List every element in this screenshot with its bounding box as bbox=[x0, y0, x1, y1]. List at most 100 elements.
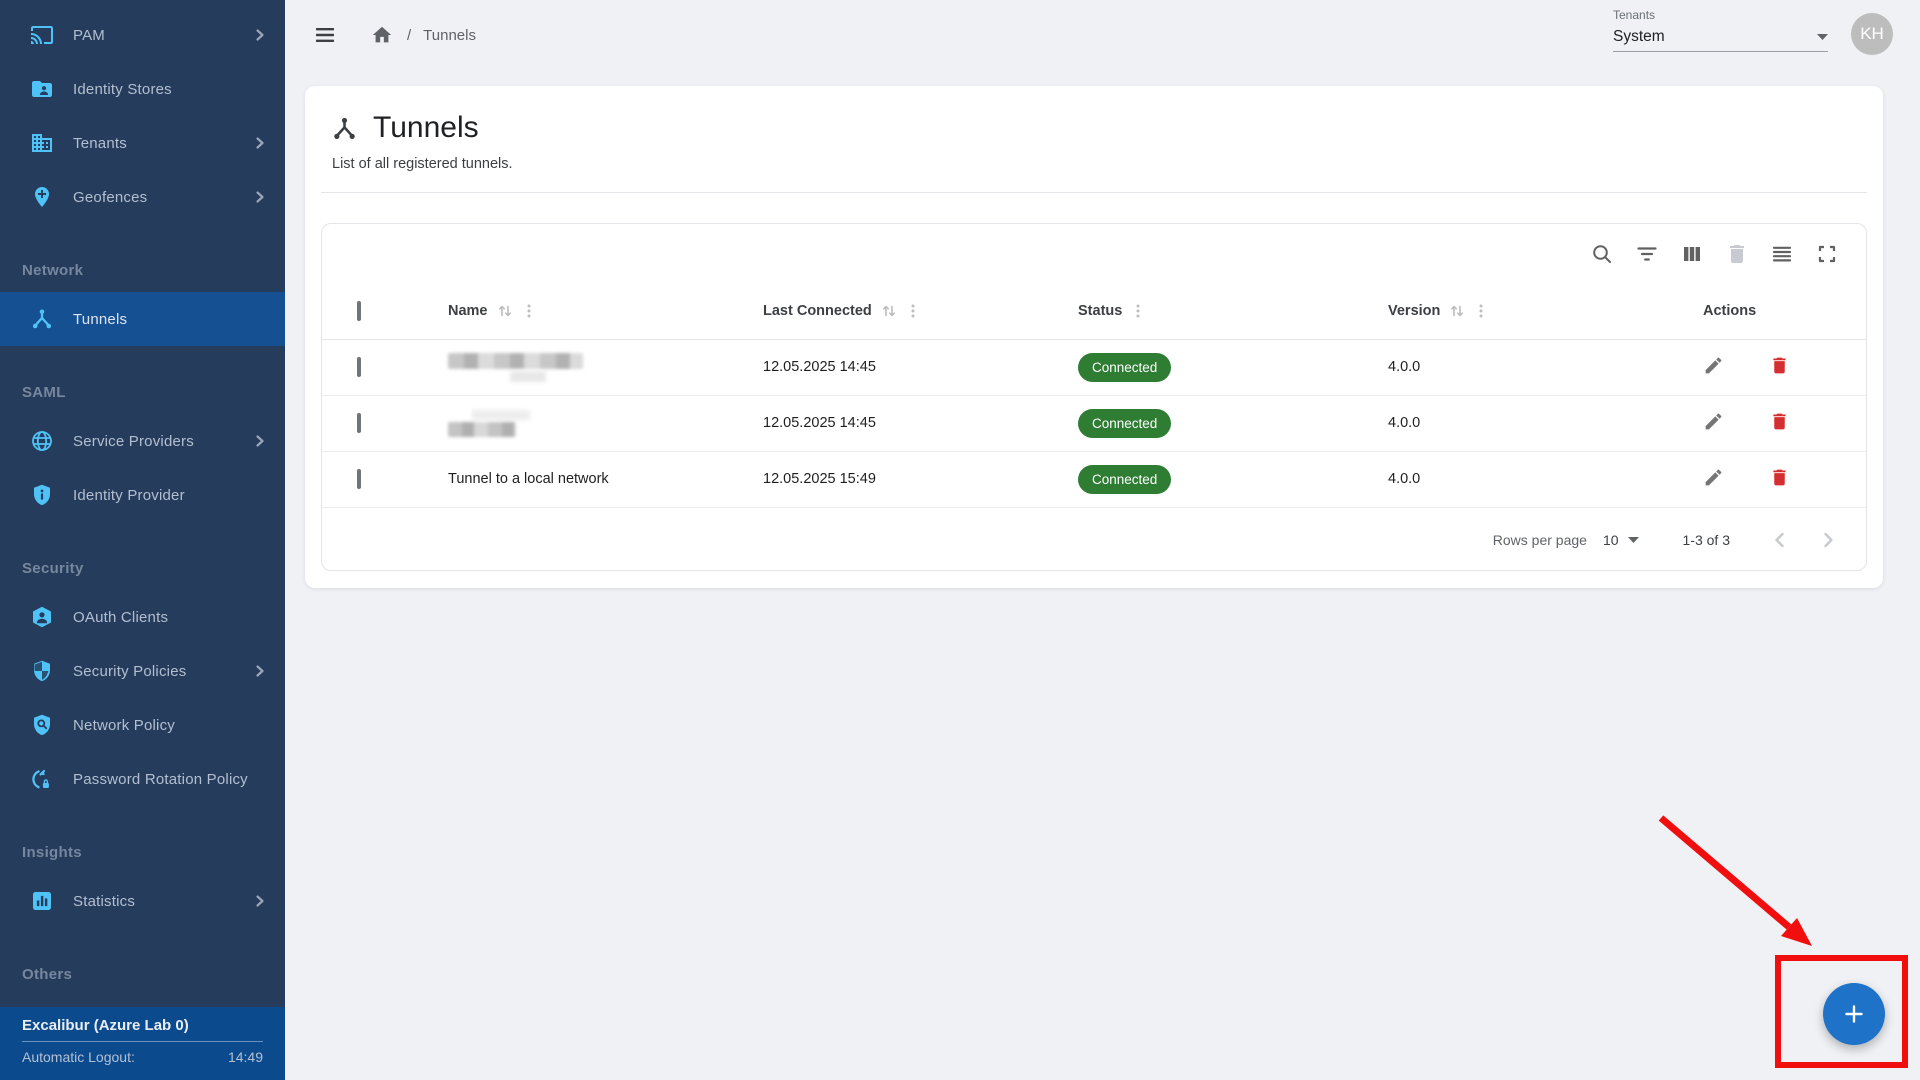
sort-icon[interactable] bbox=[1449, 303, 1465, 319]
sidebar-item-label: Statistics bbox=[73, 893, 255, 910]
add-tunnel-button[interactable] bbox=[1823, 983, 1885, 1045]
sidebar-item-service-providers[interactable]: Service Providers bbox=[0, 414, 285, 468]
sidebar-item-tenants[interactable]: Tenants bbox=[0, 116, 285, 170]
edit-icon[interactable] bbox=[1703, 467, 1727, 491]
column-header-status: Status bbox=[1078, 303, 1122, 319]
divider bbox=[321, 192, 1867, 193]
rows-per-page-value: 10 bbox=[1603, 532, 1619, 548]
table-row: Tunnel to a local network 12.05.2025 15:… bbox=[322, 451, 1866, 507]
sidebar-item-identity-provider[interactable]: Identity Provider bbox=[0, 468, 285, 522]
last-connected-cell: 12.05.2025 15:49 bbox=[747, 451, 1062, 507]
sidebar-item-label: Security Policies bbox=[73, 663, 255, 680]
table-row: 12.05.2025 14:45 Connected 4.0.0 bbox=[322, 395, 1866, 451]
breadcrumb[interactable]: Tunnels bbox=[423, 27, 476, 44]
pagination: Rows per page 10 1-3 of 3 bbox=[322, 508, 1866, 572]
previous-page-icon[interactable] bbox=[1768, 528, 1792, 552]
sidebar-item-label: Identity Stores bbox=[73, 81, 265, 98]
select-all-checkbox[interactable] bbox=[357, 301, 361, 321]
sidebar-item-label: PAM bbox=[73, 27, 255, 44]
logout-label: Automatic Logout: bbox=[22, 1049, 135, 1065]
delete-icon[interactable] bbox=[1769, 355, 1793, 379]
chevron-right-icon bbox=[255, 136, 265, 150]
column-header-actions: Actions bbox=[1703, 303, 1756, 319]
menu-icon[interactable] bbox=[313, 23, 337, 47]
column-menu-icon[interactable] bbox=[522, 303, 536, 319]
filter-icon[interactable] bbox=[1635, 242, 1659, 266]
sidebar-item-label: Service Providers bbox=[73, 433, 255, 450]
rows-per-page-select[interactable]: 10 bbox=[1603, 532, 1639, 548]
delete-icon[interactable] bbox=[1725, 242, 1749, 266]
status-badge: Connected bbox=[1078, 409, 1171, 438]
sidebar-item-network-policy[interactable]: Network Policy bbox=[0, 698, 285, 752]
sidebar-item-statistics[interactable]: Statistics bbox=[0, 874, 285, 928]
chevron-down-icon bbox=[1628, 537, 1639, 543]
sort-icon[interactable] bbox=[497, 303, 513, 319]
columns-icon[interactable] bbox=[1680, 242, 1704, 266]
password-rotation-icon bbox=[30, 767, 54, 791]
delete-icon[interactable] bbox=[1769, 467, 1793, 491]
table-header-row: Name Last Connected bbox=[322, 284, 1866, 339]
sidebar-item-label: OAuth Clients bbox=[73, 609, 265, 626]
sidebar-item-pam[interactable]: PAM bbox=[0, 8, 285, 62]
tunnels-icon bbox=[30, 307, 54, 331]
density-icon[interactable] bbox=[1770, 242, 1794, 266]
tunnel-name-cell: Tunnel to a local network bbox=[432, 451, 747, 507]
tenant-select-label: Tenants bbox=[1613, 8, 1828, 22]
sidebar-item-security-policies[interactable]: Security Policies bbox=[0, 644, 285, 698]
cast-icon bbox=[30, 23, 54, 47]
version-cell: 4.0.0 bbox=[1372, 451, 1687, 507]
sidebar-item-label: Tunnels bbox=[73, 311, 265, 328]
chevron-right-icon bbox=[255, 28, 265, 42]
sidebar-item-label: Geofences bbox=[73, 189, 255, 206]
sidebar-section-saml: SAML bbox=[0, 374, 285, 410]
bar-chart-icon bbox=[30, 889, 54, 913]
sidebar-item-password-rotation-policy[interactable]: Password Rotation Policy bbox=[0, 752, 285, 806]
shield-info-icon bbox=[30, 483, 54, 507]
tenant-select-value: System bbox=[1613, 28, 1665, 46]
home-icon[interactable] bbox=[371, 24, 393, 46]
version-cell: 4.0.0 bbox=[1372, 395, 1687, 451]
status-badge: Connected bbox=[1078, 353, 1171, 382]
building-icon bbox=[30, 131, 54, 155]
delete-icon[interactable] bbox=[1769, 411, 1793, 435]
chevron-right-icon bbox=[255, 894, 265, 908]
table-toolbar bbox=[322, 224, 1866, 284]
table-row: 12.05.2025 14:45 Connected 4.0.0 bbox=[322, 339, 1866, 395]
chevron-right-icon bbox=[255, 190, 265, 204]
column-header-version: Version bbox=[1388, 303, 1440, 319]
plus-icon bbox=[1841, 1001, 1867, 1027]
row-checkbox[interactable] bbox=[357, 469, 361, 489]
fullscreen-icon[interactable] bbox=[1815, 242, 1839, 266]
sidebar-item-identity-stores[interactable]: Identity Stores bbox=[0, 62, 285, 116]
search-icon[interactable] bbox=[1590, 242, 1614, 266]
redacted-tunnel-name bbox=[448, 353, 747, 382]
last-connected-cell: 12.05.2025 14:45 bbox=[747, 339, 1062, 395]
sidebar-item-label: Password Rotation Policy bbox=[73, 771, 265, 788]
avatar[interactable]: KH bbox=[1851, 13, 1893, 55]
chevron-right-icon bbox=[255, 434, 265, 448]
chevron-right-icon bbox=[255, 664, 265, 678]
column-menu-icon[interactable] bbox=[1131, 303, 1145, 319]
tunnels-icon bbox=[331, 115, 358, 142]
add-location-icon bbox=[30, 185, 54, 209]
edit-icon[interactable] bbox=[1703, 411, 1727, 435]
topbar: / Tunnels bbox=[313, 0, 476, 70]
sidebar-item-tunnels[interactable]: Tunnels bbox=[0, 292, 285, 346]
footer-divider bbox=[22, 1041, 263, 1042]
sidebar-section-insights: Insights bbox=[0, 834, 285, 870]
sidebar-item-geofences[interactable]: Geofences bbox=[0, 170, 285, 224]
version-cell: 4.0.0 bbox=[1372, 339, 1687, 395]
rows-per-page-label: Rows per page bbox=[1493, 532, 1587, 548]
column-header-name: Name bbox=[448, 303, 488, 319]
next-page-icon[interactable] bbox=[1816, 528, 1840, 552]
column-menu-icon[interactable] bbox=[906, 303, 920, 319]
sidebar-item-oauth-clients[interactable]: OAuth Clients bbox=[0, 590, 285, 644]
sort-icon[interactable] bbox=[881, 303, 897, 319]
tenant-select[interactable]: System bbox=[1613, 22, 1828, 52]
column-menu-icon[interactable] bbox=[1474, 303, 1488, 319]
tenant-selector: Tenants System bbox=[1613, 8, 1828, 52]
row-checkbox[interactable] bbox=[357, 357, 361, 377]
row-checkbox[interactable] bbox=[357, 413, 361, 433]
sidebar: PAM Identity Stores Tenants Geofences bbox=[0, 0, 285, 1080]
edit-icon[interactable] bbox=[1703, 355, 1727, 379]
